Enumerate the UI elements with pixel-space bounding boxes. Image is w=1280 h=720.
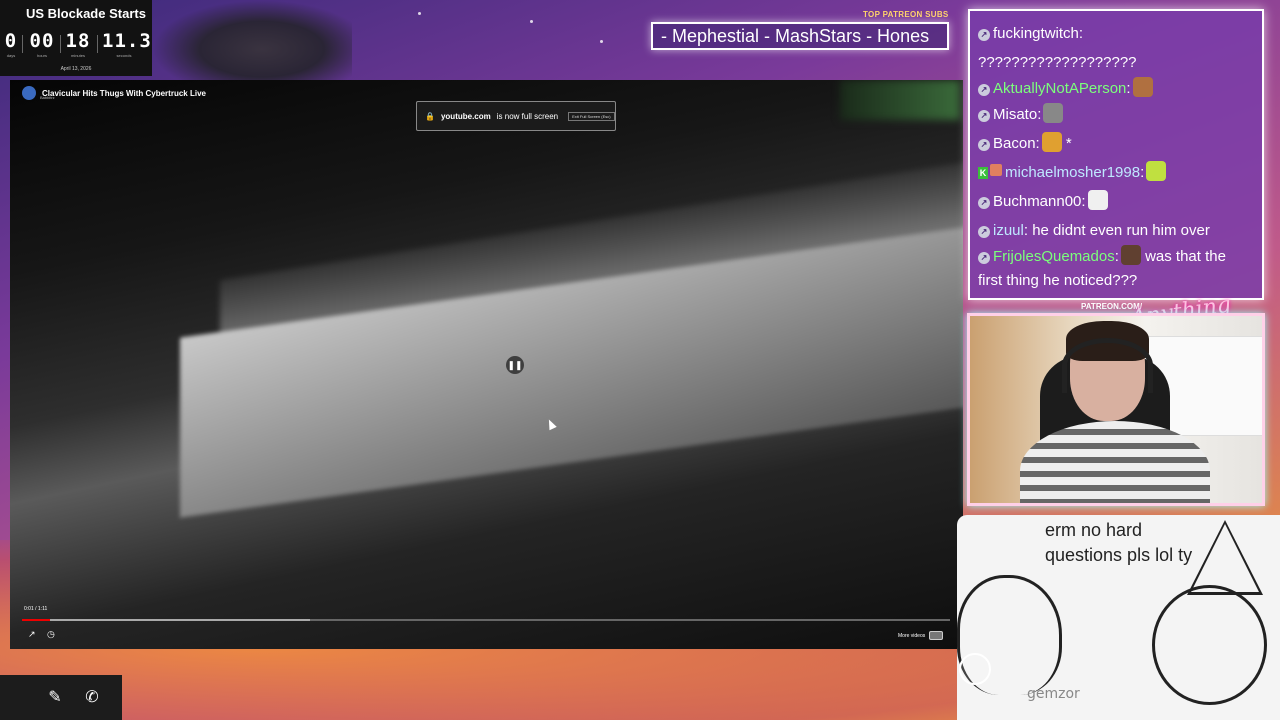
drawing-artist-name: gemzor — [1027, 686, 1080, 702]
background-star — [418, 12, 421, 15]
chat-username: fuckingtwitch — [993, 25, 1079, 42]
channel-avatar[interactable] — [22, 86, 36, 100]
chat-badge-icon: ↗ — [978, 139, 990, 151]
chat-emote-icon — [1120, 245, 1141, 265]
chat-message: ↗ FrijolesQuemados: was that the first th… — [978, 245, 1254, 293]
chat-emote-icon — [1041, 132, 1062, 152]
chat-username: michaelmosher1998 — [1005, 164, 1141, 181]
chat-badge-icon: ↗ — [978, 252, 990, 264]
more-videos-button[interactable]: More videos — [898, 631, 944, 640]
chat-username: FrijolesQuemados — [993, 248, 1115, 265]
video-frame-detail — [840, 80, 960, 120]
chat-message: ↗ izuul: he didnt even run him over — [978, 216, 1254, 245]
fullscreen-domain: youtube.com — [440, 111, 491, 121]
video-player[interactable]: Clavicular Hits Thugs With Cybertruck Li… — [10, 80, 963, 649]
chat-username: AktuallyNotAPerson — [993, 80, 1127, 97]
patreon-subs-ticker: - Mephestial - MashStars - Hones — [651, 22, 949, 50]
pause-icon[interactable]: ❚❚ — [506, 356, 524, 374]
chat-username: Buchmann00 — [993, 193, 1082, 210]
pen-cursor-icon — [959, 653, 991, 685]
exit-fullscreen-button[interactable]: Exit Full Screen (Esc) — [568, 111, 615, 121]
countdown-date: April 13, 2026 — [60, 66, 92, 72]
chat-message: ↗ fuckingtwitch: ??????????????????? — [978, 25, 1137, 71]
more-videos-label: More videos — [898, 632, 926, 639]
phone-icon[interactable]: ✆ — [80, 687, 104, 709]
watch-later-icon[interactable]: ◷ — [47, 629, 55, 640]
countdown-minutes: 18 minutes — [65, 30, 91, 58]
video-progress-fill — [22, 619, 50, 621]
chat-message: ↗ AktuallyNotAPerson: — [978, 77, 1254, 100]
countdown-title: US Blockade Starts — [26, 6, 146, 21]
chat-text: * — [1065, 135, 1072, 152]
chat-text: he didnt even run him over — [1032, 222, 1210, 239]
wizard-hat-drawing — [1187, 520, 1263, 595]
chat-emote-icon — [1132, 77, 1153, 97]
chat-emote-icon — [1146, 161, 1167, 181]
video-timecode: 0:01 / 1:11 — [24, 606, 48, 612]
countdown-seconds: 11.3 seconds — [102, 30, 152, 58]
background-star — [600, 40, 603, 43]
kick-badge-icon: K — [978, 167, 988, 179]
video-title[interactable]: Clavicular Hits Thugs With Cybertruck Li… — [42, 89, 206, 98]
character-drawing — [1152, 585, 1267, 705]
more-videos-thumbnail-icon — [929, 631, 944, 640]
patreon-subs-names: - Mephestial - MashStars - Hones — [661, 26, 930, 46]
chat-badge-icon: ↗ — [978, 226, 990, 238]
hide-call-icon[interactable]: ✎ — [43, 687, 67, 709]
chat-username: Misato — [993, 106, 1038, 123]
chat-username: izuul — [993, 222, 1024, 239]
chat-badge-icon — [990, 164, 1002, 176]
chat-message: ↗ Bacon: * — [978, 129, 1254, 158]
countdown-widget: US Blockade Starts 0 days 00 hours 18 mi… — [0, 0, 152, 76]
taskbar-panel: ✎ ✆ — [0, 675, 122, 720]
headset-icon — [1062, 338, 1153, 393]
lock-icon: 🔒 — [425, 111, 435, 121]
chat-username: Bacon — [993, 135, 1036, 152]
patreon-subs-label: TOP PATREON SUBS — [863, 10, 949, 19]
chat-message: Kmichaelmosher1998: — [978, 158, 1254, 187]
chat-emote-icon — [1087, 190, 1108, 210]
fullscreen-notice: 🔒 youtube.com is now full screen Exit Fu… — [416, 101, 616, 131]
chat-panel: ↗ fuckingtwitch: ??????????????????? ↗ Akt… — [968, 9, 1264, 300]
countdown-divider — [60, 35, 61, 53]
video-channel-name[interactable]: Babbitrz — [40, 95, 55, 100]
chat-emote-icon — [1043, 103, 1064, 123]
countdown-divider — [97, 35, 98, 53]
drawing-caption: erm no hard questions pls lol ty — [1045, 520, 1193, 565]
background-star — [530, 20, 533, 23]
chat-badge-icon: ↗ — [978, 84, 990, 96]
fullscreen-message: is now full screen — [496, 111, 559, 121]
chat-message: ↗ Misato: — [978, 100, 1254, 129]
video-progress-bar[interactable] — [22, 619, 950, 621]
video-buffer-bar — [22, 619, 310, 621]
chat-message: ↗ Buchmann00: — [978, 187, 1254, 216]
drawing-overlay: erm no hard questions pls lol ty gemzor — [957, 515, 1280, 720]
share-icon[interactable]: ↗ — [28, 629, 36, 640]
chat-badge-icon: ↗ — [978, 197, 990, 209]
chat-badge-icon: ↗ — [978, 29, 990, 41]
countdown-days: 0 days — [4, 30, 18, 58]
countdown-divider — [22, 35, 23, 53]
streamer-webcam — [967, 313, 1265, 506]
chat-badge-icon: ↗ — [978, 110, 990, 122]
chat-text: ??????????????????? — [978, 54, 1137, 71]
countdown-hours: 00 hours — [29, 30, 55, 58]
secondary-camera-feed — [152, 0, 352, 82]
